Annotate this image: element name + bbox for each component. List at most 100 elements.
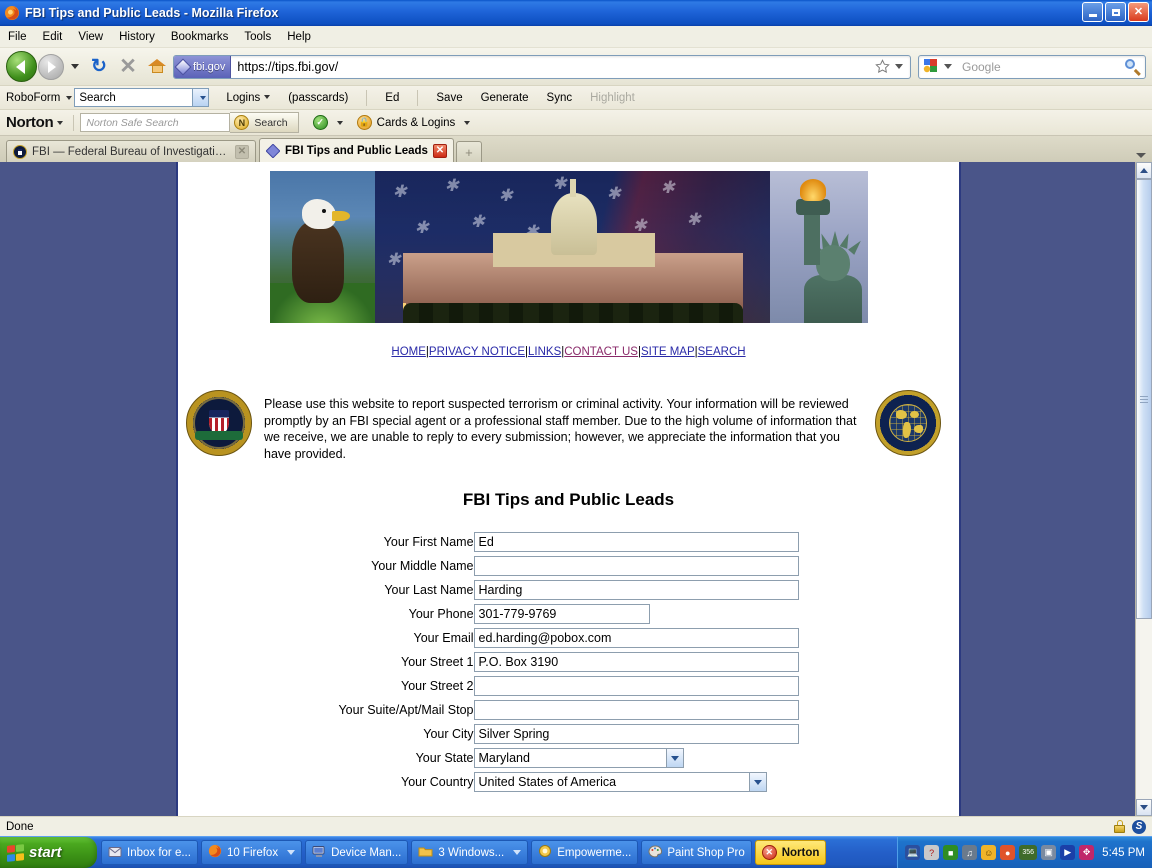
suite-input[interactable] [473,700,799,720]
roboform-sync-button[interactable]: Sync [547,92,573,104]
chevron-down-icon[interactable] [665,749,683,767]
norton-cards-logins-button[interactable]: 🔒 Cards & Logins [356,115,471,130]
scroll-down-button[interactable] [1136,799,1152,816]
menu-item-view[interactable]: View [78,31,103,43]
street-1-input[interactable]: P.O. Box 3190 [473,652,799,672]
window-titlebar[interactable]: FBI Tips and Public Leads - Mozilla Fire… [0,0,1152,26]
roboform-identity-button[interactable]: Ed [385,92,399,104]
menu-item-tools[interactable]: Tools [244,31,271,43]
chevron-down-icon[interactable] [66,95,73,100]
firefox-icon [4,5,20,21]
norton-search-input[interactable]: Norton Safe Search [80,113,231,132]
restore-button[interactable] [1105,2,1126,22]
taskbar-item-inbox[interactable]: Inbox for e... [101,840,198,865]
scroll-up-button[interactable] [1136,162,1152,179]
counter-badge[interactable]: 356 [1019,845,1038,860]
norton-safeweb-button[interactable]: ✓ [312,115,343,130]
media-player-icon[interactable]: ▶ [1060,845,1076,860]
norton-brand[interactable]: Norton [6,114,54,131]
tab-close-icon[interactable]: ✕ [235,144,249,159]
close-icon: ✕ [119,55,137,78]
city-input[interactable]: Silver Spring [473,724,799,744]
street-2-input[interactable] [473,676,799,696]
email-input[interactable]: ed.harding@pobox.com [473,628,799,648]
roboform-highlight-button[interactable]: Highlight [590,92,635,104]
nav-link-site-map[interactable]: SITE MAP [641,346,695,358]
roboform-brand[interactable]: RoboForm [6,92,60,104]
lock-icon[interactable] [1114,820,1125,833]
last-name-input[interactable]: Harding [473,580,799,600]
vertical-scrollbar[interactable] [1135,162,1152,816]
roboform-passcards-label[interactable]: (passcards) [288,92,348,104]
chevron-down-icon[interactable] [287,850,296,855]
field-label-email: Your Email [413,631,474,645]
state-select[interactable]: Maryland [473,748,684,768]
menu-item-file[interactable]: File [8,31,27,43]
network-icon[interactable]: 💻 [905,845,921,860]
taskbar-item-paint-shop-pro[interactable]: Paint Shop Pro [641,840,752,865]
script-status-icon[interactable]: S [1132,819,1146,834]
sunglasses-icon[interactable]: ■ [943,845,959,860]
chevron-down-icon[interactable] [57,120,64,125]
tab-fbi-tips[interactable]: FBI Tips and Public Leads ✕ [259,138,454,162]
address-bar[interactable]: fbi.gov https://tips.fbi.gov/ [173,54,911,79]
help-icon[interactable]: ? [924,845,940,860]
nav-link-contact-us[interactable]: CONTACT US [564,346,638,358]
forward-button[interactable] [38,53,64,80]
menu-item-history[interactable]: History [119,31,155,43]
roboform-search-input[interactable]: Search [74,88,210,107]
nav-link-privacy-notice[interactable]: PRIVACY NOTICE [429,346,525,358]
search-icon[interactable] [1125,58,1141,76]
tab-close-icon[interactable]: ✕ [432,143,447,158]
chevron-down-icon[interactable] [513,850,522,855]
volume-icon[interactable]: ♫ [962,845,978,860]
taskbar-item-device-manager[interactable]: Device Man... [305,840,409,865]
norton-search-button[interactable]: N Search [230,112,299,133]
back-button[interactable] [6,51,37,82]
antivirus-icon[interactable]: ● [1000,845,1016,860]
taskbar-item-empowerment[interactable]: Empowerme... [531,840,639,865]
stop-button[interactable]: ✕ [115,54,141,80]
chevron-down-icon[interactable] [71,64,79,69]
start-button[interactable]: start [0,837,97,868]
chevron-down-icon[interactable] [192,89,209,106]
tab-list-chevron-icon[interactable] [1136,153,1146,158]
search-bar[interactable]: Google [918,54,1146,79]
nav-link-home[interactable]: HOME [391,346,426,358]
url-text[interactable]: https://tips.fbi.gov/ [231,60,875,74]
middle-name-input[interactable] [473,556,799,576]
field-label-city: Your City [423,727,474,741]
reload-button[interactable]: ↻ [86,54,112,80]
taskbar-item-windows-explorer[interactable]: 3 Windows... [411,840,529,865]
new-tab-button[interactable]: + [455,141,482,162]
roboform-logins-button[interactable]: Logins [226,92,271,104]
tab-fbi-home[interactable]: FBI — Federal Bureau of Investigation ..… [6,140,256,162]
home-button[interactable] [144,54,170,80]
scrollbar-track[interactable] [1136,179,1152,799]
close-button[interactable]: ✕ [1128,2,1149,22]
site-identity-badge[interactable]: fbi.gov [174,55,232,78]
system-clock[interactable]: 5:45 PM [1102,847,1145,859]
menu-item-edit[interactable]: Edit [43,31,63,43]
taskbar-item-firefox[interactable]: 10 Firefox [200,840,303,865]
menu-item-bookmarks[interactable]: Bookmarks [171,31,229,43]
messenger-icon[interactable]: ☺ [981,845,997,860]
nav-link-links[interactable]: LINKS [528,346,561,358]
taskbar-item-norton[interactable]: ✕ Norton [754,840,827,865]
roboform-generate-button[interactable]: Generate [481,92,529,104]
minimize-button[interactable] [1082,2,1103,22]
chevron-down-icon[interactable] [944,64,952,69]
printer-icon[interactable]: ▣ [1041,845,1057,860]
nav-link-search[interactable]: SEARCH [698,346,746,358]
phone-input[interactable]: 301-779-9769 [473,604,650,624]
search-input[interactable]: Google [956,60,1125,74]
chevron-down-icon[interactable] [748,773,766,791]
country-select[interactable]: United States of America [473,772,767,792]
bookmark-star-icon[interactable] [875,59,890,74]
scrollbar-thumb[interactable] [1136,179,1152,619]
first-name-input[interactable]: Ed [473,532,799,552]
menu-item-help[interactable]: Help [287,31,311,43]
update-icon[interactable]: ✥ [1079,845,1095,860]
roboform-save-button[interactable]: Save [436,92,462,104]
chevron-down-icon[interactable] [895,64,903,69]
